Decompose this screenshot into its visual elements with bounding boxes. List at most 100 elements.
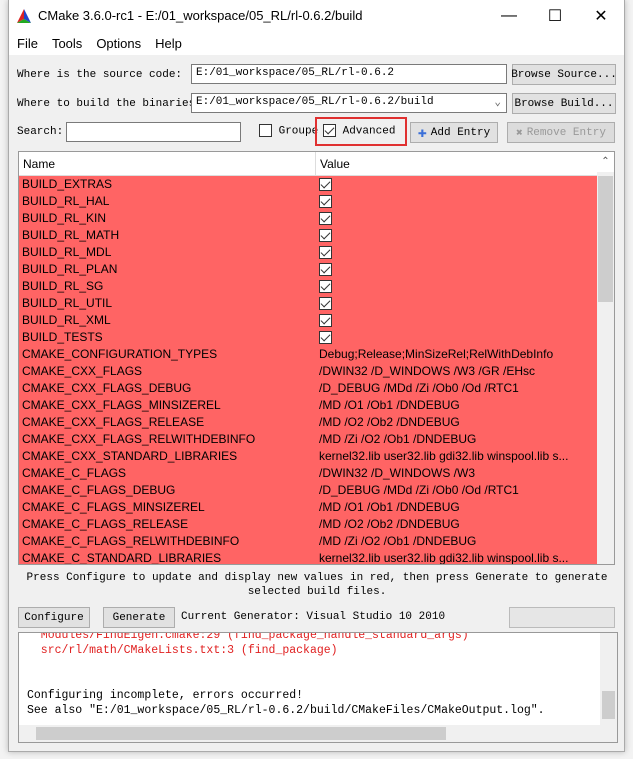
- table-row[interactable]: BUILD_RL_SG: [19, 278, 614, 295]
- entry-value[interactable]: [316, 210, 597, 227]
- entry-value[interactable]: /DWIN32 /D_WINDOWS /W3: [316, 465, 597, 482]
- value-checkbox[interactable]: [319, 331, 332, 345]
- table-row[interactable]: BUILD_RL_MATH: [19, 227, 614, 244]
- scroll-thumb[interactable]: [598, 176, 613, 302]
- menu-file[interactable]: File: [17, 36, 38, 51]
- table-row[interactable]: CMAKE_C_FLAGS /DWIN32 /D_WINDOWS /W3: [19, 465, 614, 482]
- table-row[interactable]: CMAKE_CONFIGURATION_TYPES Debug;Release;M…: [19, 346, 614, 363]
- minimize-button[interactable]: —: [486, 0, 532, 31]
- table-row[interactable]: CMAKE_CXX_FLAGS_RELWITHDEBINFO/MD /Zi /O…: [19, 431, 614, 448]
- remove-entry-button[interactable]: ✖ Remove Entry: [507, 122, 615, 143]
- entry-value[interactable]: /D_DEBUG /MDd /Zi /Ob0 /Od /RTC1: [316, 380, 597, 397]
- entry-name: BUILD_RL_XML: [22, 313, 111, 327]
- table-row[interactable]: BUILD_TESTS: [19, 329, 614, 346]
- table-scrollbar[interactable]: ⌃: [597, 152, 614, 564]
- value-checkbox[interactable]: [319, 314, 332, 328]
- entry-name: BUILD_TESTS: [22, 330, 103, 344]
- menu-help[interactable]: Help: [155, 36, 182, 51]
- table-row[interactable]: BUILD_EXTRAS: [19, 176, 614, 193]
- hscroll-thumb[interactable]: [36, 727, 446, 740]
- title-bar: CMake 3.6.0-rc1 - E:/01_workspace/05_RL/…: [9, 0, 624, 31]
- generate-button[interactable]: Generate: [103, 607, 175, 628]
- column-value[interactable]: Value: [316, 152, 350, 175]
- log-hscrollbar[interactable]: [19, 725, 617, 742]
- close-button[interactable]: ✕: [578, 0, 624, 31]
- table-row[interactable]: BUILD_RL_MDL: [19, 244, 614, 261]
- table-row[interactable]: CMAKE_CXX_STANDARD_LIBRARIES kernel32.lib…: [19, 448, 614, 465]
- entry-value[interactable]: [316, 193, 597, 210]
- maximize-button[interactable]: ☐: [532, 0, 578, 31]
- log-line: src/rl/math/CMakeLists.txt:3 (find_packa…: [27, 644, 338, 657]
- entry-value[interactable]: [316, 261, 597, 278]
- entry-value[interactable]: [316, 295, 597, 312]
- table-row[interactable]: CMAKE_CXX_FLAGS_DEBUG/D_DEBUG /MDd /Zi /…: [19, 380, 614, 397]
- grouped-label: Grouped: [278, 125, 319, 138]
- entry-name: BUILD_EXTRAS: [22, 177, 113, 191]
- table-row[interactable]: BUILD_RL_KIN: [19, 210, 614, 227]
- table-row[interactable]: CMAKE_C_FLAGS_DEBUG/D_DEBUG /MDd /Zi /Ob…: [19, 482, 614, 499]
- entry-name: CMAKE_CXX_FLAGS_RELEASE: [22, 415, 205, 429]
- menu-tools[interactable]: Tools: [52, 36, 82, 51]
- value-checkbox[interactable]: [319, 178, 332, 192]
- grouped-checkbox[interactable]: Grouped: [259, 124, 319, 137]
- entry-value[interactable]: /DWIN32 /D_WINDOWS /W3 /GR /EHsc: [316, 363, 597, 380]
- entry-value[interactable]: [316, 329, 597, 346]
- value-text: /MD /O1 /Ob1 /DNDEBUG: [319, 500, 460, 514]
- vscroll-thumb[interactable]: [602, 691, 615, 719]
- value-checkbox[interactable]: [319, 246, 332, 260]
- entry-value[interactable]: kernel32.lib user32.lib gdi32.lib winspo…: [316, 550, 597, 564]
- build-combobox[interactable]: E:/01_workspace/05_RL/rl-0.6.2/build ⌄: [191, 93, 507, 113]
- entry-name: CMAKE_C_FLAGS_DEBUG: [22, 483, 176, 497]
- table-row[interactable]: CMAKE_CXX_FLAGS_MINSIZEREL/MD /O1 /Ob1 /…: [19, 397, 614, 414]
- value-checkbox[interactable]: [319, 195, 332, 209]
- table-row[interactable]: CMAKE_C_FLAGS_RELWITHDEBINFO/MD /Zi /O2 …: [19, 533, 614, 550]
- table-row[interactable]: CMAKE_CXX_FLAGS /DWIN32 /D_WINDOWS /W3 /…: [19, 363, 614, 380]
- entry-name: BUILD_RL_SG: [22, 279, 104, 293]
- entry-value[interactable]: [316, 312, 597, 329]
- add-entry-button[interactable]: ✚ Add Entry: [410, 122, 498, 143]
- entry-name: CMAKE_C_FLAGS_MINSIZEREL: [22, 500, 205, 514]
- entry-value[interactable]: /MD /Zi /O2 /Ob1 /DNDEBUG: [316, 533, 597, 550]
- table-row[interactable]: CMAKE_C_FLAGS_RELEASE/MD /O2 /Ob2 /DNDEB…: [19, 516, 614, 533]
- menu-options[interactable]: Options: [96, 36, 141, 51]
- advanced-check[interactable]: [323, 124, 336, 137]
- scroll-up-icon[interactable]: ⌃: [597, 152, 614, 172]
- value-checkbox[interactable]: [319, 280, 332, 294]
- entry-value[interactable]: [316, 278, 597, 295]
- value-text: /D_DEBUG /MDd /Zi /Ob0 /Od /RTC1: [319, 381, 519, 395]
- entry-value[interactable]: /MD /O1 /Ob1 /DNDEBUG: [316, 499, 597, 516]
- entry-value[interactable]: /MD /Zi /O2 /Ob1 /DNDEBUG: [316, 431, 597, 448]
- entry-value[interactable]: /MD /O1 /Ob1 /DNDEBUG: [316, 397, 597, 414]
- table-row[interactable]: CMAKE_CXX_FLAGS_RELEASE/MD /O2 /Ob2 /DND…: [19, 414, 614, 431]
- configure-button[interactable]: Configure: [18, 607, 90, 628]
- entry-value[interactable]: /D_DEBUG /MDd /Zi /Ob0 /Od /RTC1: [316, 482, 597, 499]
- search-input[interactable]: [66, 122, 241, 142]
- table-body: BUILD_EXTRAS BUILD_RL_HAL BUILD_RL_KIN BUIL…: [19, 176, 614, 564]
- entry-value[interactable]: /MD /O2 /Ob2 /DNDEBUG: [316, 516, 597, 533]
- table-row[interactable]: BUILD_RL_UTIL: [19, 295, 614, 312]
- table-row[interactable]: BUILD_RL_HAL: [19, 193, 614, 210]
- browse-build-button[interactable]: Browse Build...: [512, 93, 616, 114]
- value-text: /MD /O2 /Ob2 /DNDEBUG: [319, 415, 460, 429]
- column-name[interactable]: Name: [19, 152, 316, 175]
- entry-value[interactable]: /MD /O2 /Ob2 /DNDEBUG: [316, 414, 597, 431]
- table-row[interactable]: BUILD_RL_PLAN: [19, 261, 614, 278]
- value-checkbox[interactable]: [319, 229, 332, 243]
- grouped-check[interactable]: [259, 124, 272, 137]
- entry-value[interactable]: [316, 227, 597, 244]
- log-vscrollbar[interactable]: [600, 633, 617, 727]
- source-input[interactable]: E:/01_workspace/05_RL/rl-0.6.2: [191, 64, 507, 84]
- entry-value[interactable]: Debug;Release;MinSizeRel;RelWithDebInfo: [316, 346, 597, 363]
- chevron-down-icon[interactable]: ⌄: [494, 95, 501, 109]
- table-row[interactable]: CMAKE_C_FLAGS_MINSIZEREL/MD /O1 /Ob1 /DN…: [19, 499, 614, 516]
- value-checkbox[interactable]: [319, 263, 332, 277]
- value-checkbox[interactable]: [319, 212, 332, 226]
- entry-value[interactable]: [316, 244, 597, 261]
- entry-value[interactable]: [316, 176, 597, 193]
- table-row[interactable]: BUILD_RL_XML: [19, 312, 614, 329]
- table-row[interactable]: CMAKE_C_STANDARD_LIBRARIES kernel32.lib u…: [19, 550, 614, 564]
- value-checkbox[interactable]: [319, 297, 332, 311]
- browse-source-button[interactable]: Browse Source...: [511, 64, 617, 85]
- advanced-checkbox[interactable]: Advanced: [315, 117, 407, 146]
- entry-value[interactable]: kernel32.lib user32.lib gdi32.lib winspo…: [316, 448, 597, 465]
